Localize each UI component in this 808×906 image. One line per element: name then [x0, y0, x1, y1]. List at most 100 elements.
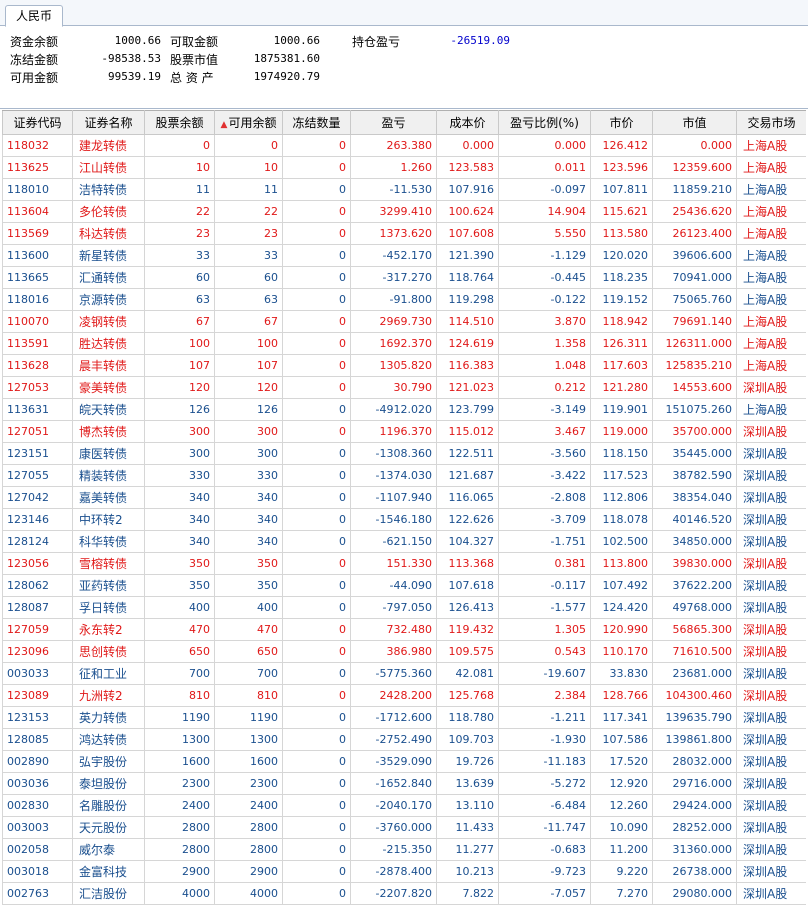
table-row[interactable]: 113604 多伦转债 22 22 0 3299.410 100.624 14.904 115.… [2, 200, 806, 223]
cell-balance: 60 [144, 266, 215, 289]
available-amount-value: 99539.19 [108, 70, 161, 83]
cell-price: 119.152 [590, 288, 653, 311]
table-row[interactable]: 118032 建龙转债 0 0 0 263.380 0.000 0.000 126.412 0.0… [2, 134, 806, 157]
cell-market: 深圳A股 [736, 618, 806, 641]
table-row[interactable]: 123089 九洲转2 810 810 0 2428.200 125.768 2.384 128… [2, 684, 806, 707]
table-row[interactable]: 128087 孚日转债 400 400 0 -797.050 126.413 -1.577 12… [2, 596, 806, 619]
cell-frozen: 0 [282, 354, 351, 377]
table-row[interactable]: 128085 鸿达转债 1300 1300 0 -2752.490 109.703 -1.93… [2, 728, 806, 751]
table-row[interactable]: 003036 泰坦股份 2300 2300 0 -1652.840 13.639 -5.272… [2, 772, 806, 795]
cell-code: 127051 [2, 420, 73, 443]
col-header-price[interactable]: 市价 [590, 110, 653, 135]
table-row[interactable]: 113631 皖天转债 126 126 0 -4912.020 123.799 -3.149 1… [2, 398, 806, 421]
table-row[interactable]: 127053 豪美转债 120 120 0 30.790 121.023 0.212 121.2… [2, 376, 806, 399]
cell-price: 113.580 [590, 222, 653, 245]
cell-available: 700 [214, 662, 283, 685]
cell-code: 127053 [2, 376, 73, 399]
table-row[interactable]: 123056 雪榕转债 350 350 0 151.330 113.368 0.381 113.… [2, 552, 806, 575]
cell-market: 深圳A股 [736, 508, 806, 531]
col-header-name[interactable]: 证券名称 [72, 110, 145, 135]
cell-balance: 700 [144, 662, 215, 685]
table-row[interactable]: 127051 博杰转债 300 300 0 1196.370 115.012 3.467 119… [2, 420, 806, 443]
cell-available: 2400 [214, 794, 283, 817]
cell-price: 121.280 [590, 376, 653, 399]
cell-frozen: 0 [282, 398, 351, 421]
col-header-market[interactable]: 交易市场 [736, 110, 806, 135]
col-header-value[interactable]: 市值 [652, 110, 737, 135]
cell-available: 0 [214, 134, 283, 157]
sort-asc-icon: ▲ [220, 120, 228, 130]
table-row[interactable]: 127059 永东转2 470 470 0 732.480 119.432 1.305 120.… [2, 618, 806, 641]
table-row[interactable]: 128124 科华转债 340 340 0 -621.150 104.327 -1.751 10… [2, 530, 806, 553]
cell-balance: 1600 [144, 750, 215, 773]
cell-code: 113625 [2, 156, 73, 179]
table-row[interactable]: 128062 亚药转债 350 350 0 -44.090 107.618 -0.117 107… [2, 574, 806, 597]
table-row[interactable]: 113600 新星转债 33 33 0 -452.170 121.390 -1.129 120.… [2, 244, 806, 267]
cell-pnl: -4912.020 [350, 398, 437, 421]
cell-market: 上海A股 [736, 332, 806, 355]
cell-pnl: -1308.360 [350, 442, 437, 465]
table-row[interactable]: 118016 京源转债 63 63 0 -91.800 119.298 -0.122 119.1… [2, 288, 806, 311]
table-row[interactable]: 113569 科达转债 23 23 0 1373.620 107.608 5.550 113.5… [2, 222, 806, 245]
table-row[interactable]: 003033 征和工业 700 700 0 -5775.360 42.081 -19.607 3… [2, 662, 806, 685]
cell-price: 118.078 [590, 508, 653, 531]
cell-frozen: 0 [282, 640, 351, 663]
table-row[interactable]: 002830 名雕股份 2400 2400 0 -2040.170 13.110 -6.484… [2, 794, 806, 817]
table-row[interactable]: 003018 金富科技 2900 2900 0 -2878.400 10.213 -9.723… [2, 860, 806, 883]
cell-name: 亚药转债 [72, 574, 145, 597]
table-row[interactable]: 123151 康医转债 300 300 0 -1308.360 122.511 -3.560 1… [2, 442, 806, 465]
table-row[interactable]: 123153 英力转债 1190 1190 0 -1712.600 118.780 -1.21… [2, 706, 806, 729]
table-row[interactable]: 002058 威尔泰 2800 2800 0 -215.350 11.277 -0.683 11… [2, 838, 806, 861]
cell-pnl: 386.980 [350, 640, 437, 663]
cell-cost: 119.432 [436, 618, 499, 641]
cell-balance: 100 [144, 332, 215, 355]
table-row[interactable]: 113665 汇通转债 60 60 0 -317.270 118.764 -0.445 118.… [2, 266, 806, 289]
table-row[interactable]: 123096 思创转债 650 650 0 386.980 109.575 0.543 110.… [2, 640, 806, 663]
col-header-code[interactable]: 证券代码 [2, 110, 73, 135]
cell-pnl-pct: -3.149 [498, 398, 591, 421]
col-header-pnl[interactable]: 盈亏 [350, 110, 437, 135]
col-header-cost[interactable]: 成本价 [436, 110, 499, 135]
col-header-balance[interactable]: 股票余额 [144, 110, 215, 135]
table-row[interactable]: 127042 嘉美转债 340 340 0 -1107.940 116.065 -2.808 1… [2, 486, 806, 509]
cell-price: 119.000 [590, 420, 653, 443]
table-row[interactable]: 127055 精装转债 330 330 0 -1374.030 121.687 -3.422 1… [2, 464, 806, 487]
cell-balance: 400 [144, 596, 215, 619]
cell-code: 003003 [2, 816, 73, 839]
col-header-pnl-pct[interactable]: 盈亏比例(%) [498, 110, 591, 135]
cell-pnl: -1712.600 [350, 706, 437, 729]
cell-balance: 0 [144, 134, 215, 157]
cell-available: 470 [214, 618, 283, 641]
cell-cost: 118.764 [436, 266, 499, 289]
table-row[interactable]: 123146 中环转2 340 340 0 -1546.180 122.626 -3.709 1… [2, 508, 806, 531]
cell-name: 科华转债 [72, 530, 145, 553]
cell-price: 9.220 [590, 860, 653, 883]
cell-code: 127055 [2, 464, 73, 487]
table-row[interactable]: 118010 洁特转债 11 11 0 -11.530 107.916 -0.097 107.8… [2, 178, 806, 201]
cell-cost: 107.916 [436, 178, 499, 201]
cell-name: 洁特转债 [72, 178, 145, 201]
table-row[interactable]: 113625 江山转债 10 10 0 1.260 123.583 0.011 123.596 1… [2, 156, 806, 179]
cell-code: 128087 [2, 596, 73, 619]
table-row[interactable]: 003003 天元股份 2800 2800 0 -3760.000 11.433 -11.74… [2, 816, 806, 839]
total-assets-label: 总 资 产 [170, 71, 214, 85]
table-row[interactable]: 002763 汇洁股份 4000 4000 0 -2207.820 7.822 -7.057 7… [2, 882, 806, 905]
cell-market: 深圳A股 [736, 662, 806, 685]
cell-balance: 2800 [144, 838, 215, 861]
cell-balance: 650 [144, 640, 215, 663]
col-header-available[interactable]: ▲可用余额 [214, 110, 283, 135]
col-header-frozen[interactable]: 冻结数量 [282, 110, 351, 135]
cell-price: 126.412 [590, 134, 653, 157]
account-summary: 资金余额 1000.66 可取金额 1000.66 持仓盈亏 -26519.09… [0, 27, 808, 109]
cell-market: 深圳A股 [736, 838, 806, 861]
cell-value: 75065.760 [652, 288, 737, 311]
table-row[interactable]: 113591 胜达转债 100 100 0 1692.370 124.619 1.358 126… [2, 332, 806, 355]
table-row[interactable]: 113628 晨丰转债 107 107 0 1305.820 116.383 1.048 117… [2, 354, 806, 377]
table-row[interactable]: 002890 弘宇股份 1600 1600 0 -3529.090 19.726 -11.18… [2, 750, 806, 773]
tab-rmb[interactable]: 人民币 [5, 5, 64, 27]
table-row[interactable]: 110070 凌钢转债 67 67 0 2969.730 114.510 3.870 118.9… [2, 310, 806, 333]
cell-name: 英力转债 [72, 706, 145, 729]
cell-cost: 121.023 [436, 376, 499, 399]
cell-price: 117.603 [590, 354, 653, 377]
cell-balance: 810 [144, 684, 215, 707]
